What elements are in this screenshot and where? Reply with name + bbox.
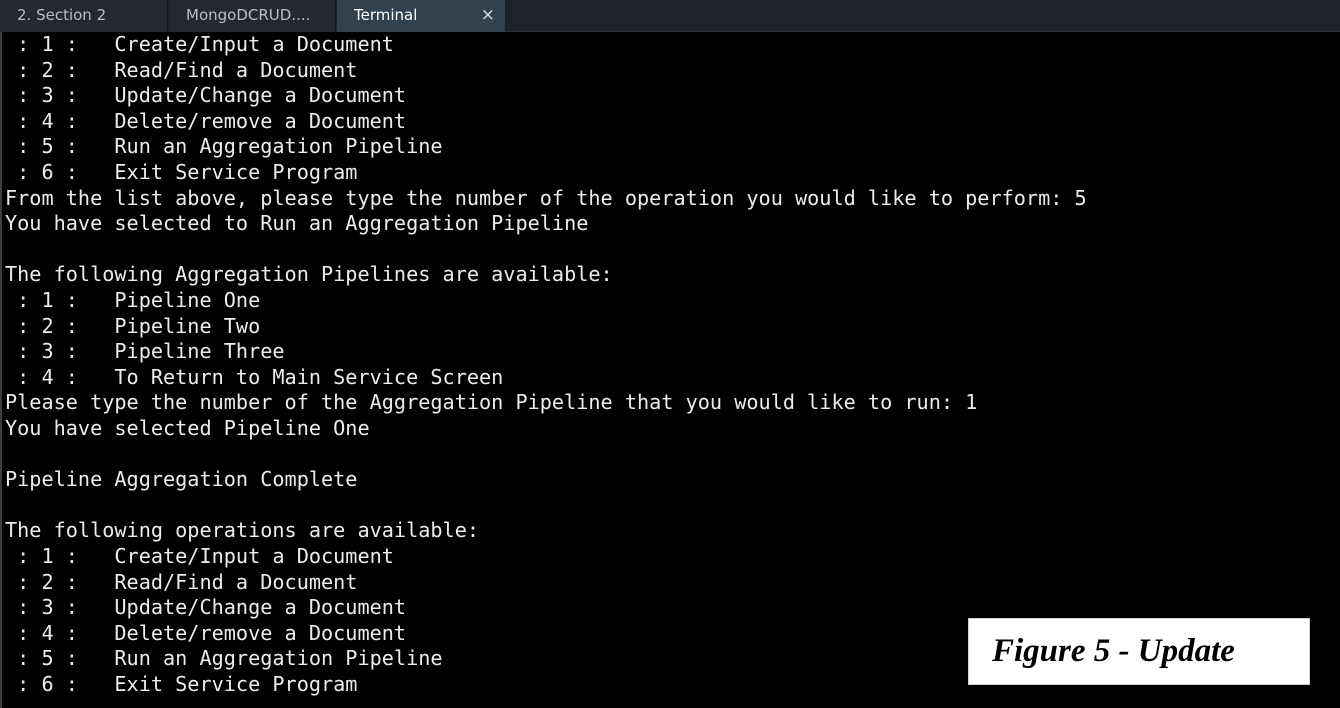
tab-section-2[interactable]: 2. Section 2 <box>0 0 168 32</box>
tab-label: MongoDCRUD.... <box>186 6 311 24</box>
terminal-line: : 4 : Delete/remove a Document <box>5 108 407 133</box>
tab-terminal[interactable]: Terminal × <box>337 0 505 32</box>
terminal-line: : 5 : Run an Aggregation Pipeline <box>5 646 443 671</box>
terminal-line: The following Aggregation Pipelines are … <box>5 262 613 287</box>
terminal-line: You have selected to Run an Aggregation … <box>5 211 589 236</box>
terminal-line: : 3 : Update/Change a Document <box>5 83 407 108</box>
terminal-line: The following operations are available: <box>5 518 480 543</box>
close-icon[interactable]: × <box>481 0 495 31</box>
terminal-line: Please type the number of the Aggregatio… <box>5 390 978 415</box>
figure-caption: Figure 5 - Update <box>992 633 1235 669</box>
terminal-line: You have selected Pipeline One <box>5 416 370 440</box>
terminal-line: : 1 : Create/Input a Document <box>5 32 394 56</box>
tab-label: 2. Section 2 <box>17 6 107 24</box>
terminal-line: : 3 : Pipeline Three <box>5 339 285 364</box>
terminal-line: : 2 : Read/Find a Document <box>5 569 358 594</box>
terminal-line: : 2 : Read/Find a Document <box>5 57 358 82</box>
terminal-line: : 2 : Pipeline Two <box>5 313 261 338</box>
tab-label: Terminal <box>354 6 418 24</box>
terminal-line: Pipeline Aggregation Complete <box>5 467 358 492</box>
terminal-line: : 6 : Exit Service Program <box>5 672 358 696</box>
tab-bar: 2. Section 2 MongoDCRUD.... Terminal × <box>0 0 1340 32</box>
figure-caption-box: Figure 5 - Update <box>968 618 1310 685</box>
terminal-line: : 5 : Run an Aggregation Pipeline <box>5 134 443 159</box>
terminal-line: : 1 : Create/Input a Document <box>5 544 394 568</box>
terminal-line: : 1 : Pipeline One <box>5 288 261 312</box>
terminal-line: : 3 : Update/Change a Document <box>5 595 407 620</box>
terminal-output[interactable]: : 1 : Create/Input a Document : 2 : Read… <box>0 32 1340 708</box>
terminal-line: : 4 : Delete/remove a Document <box>5 620 407 645</box>
terminal-line: : 6 : Exit Service Program <box>5 160 358 184</box>
terminal-line: : 4 : To Return to Main Service Screen <box>5 364 504 389</box>
terminal-line: From the list above, please type the num… <box>5 185 1087 210</box>
tab-mongodcrud[interactable]: MongoDCRUD.... <box>169 0 336 32</box>
